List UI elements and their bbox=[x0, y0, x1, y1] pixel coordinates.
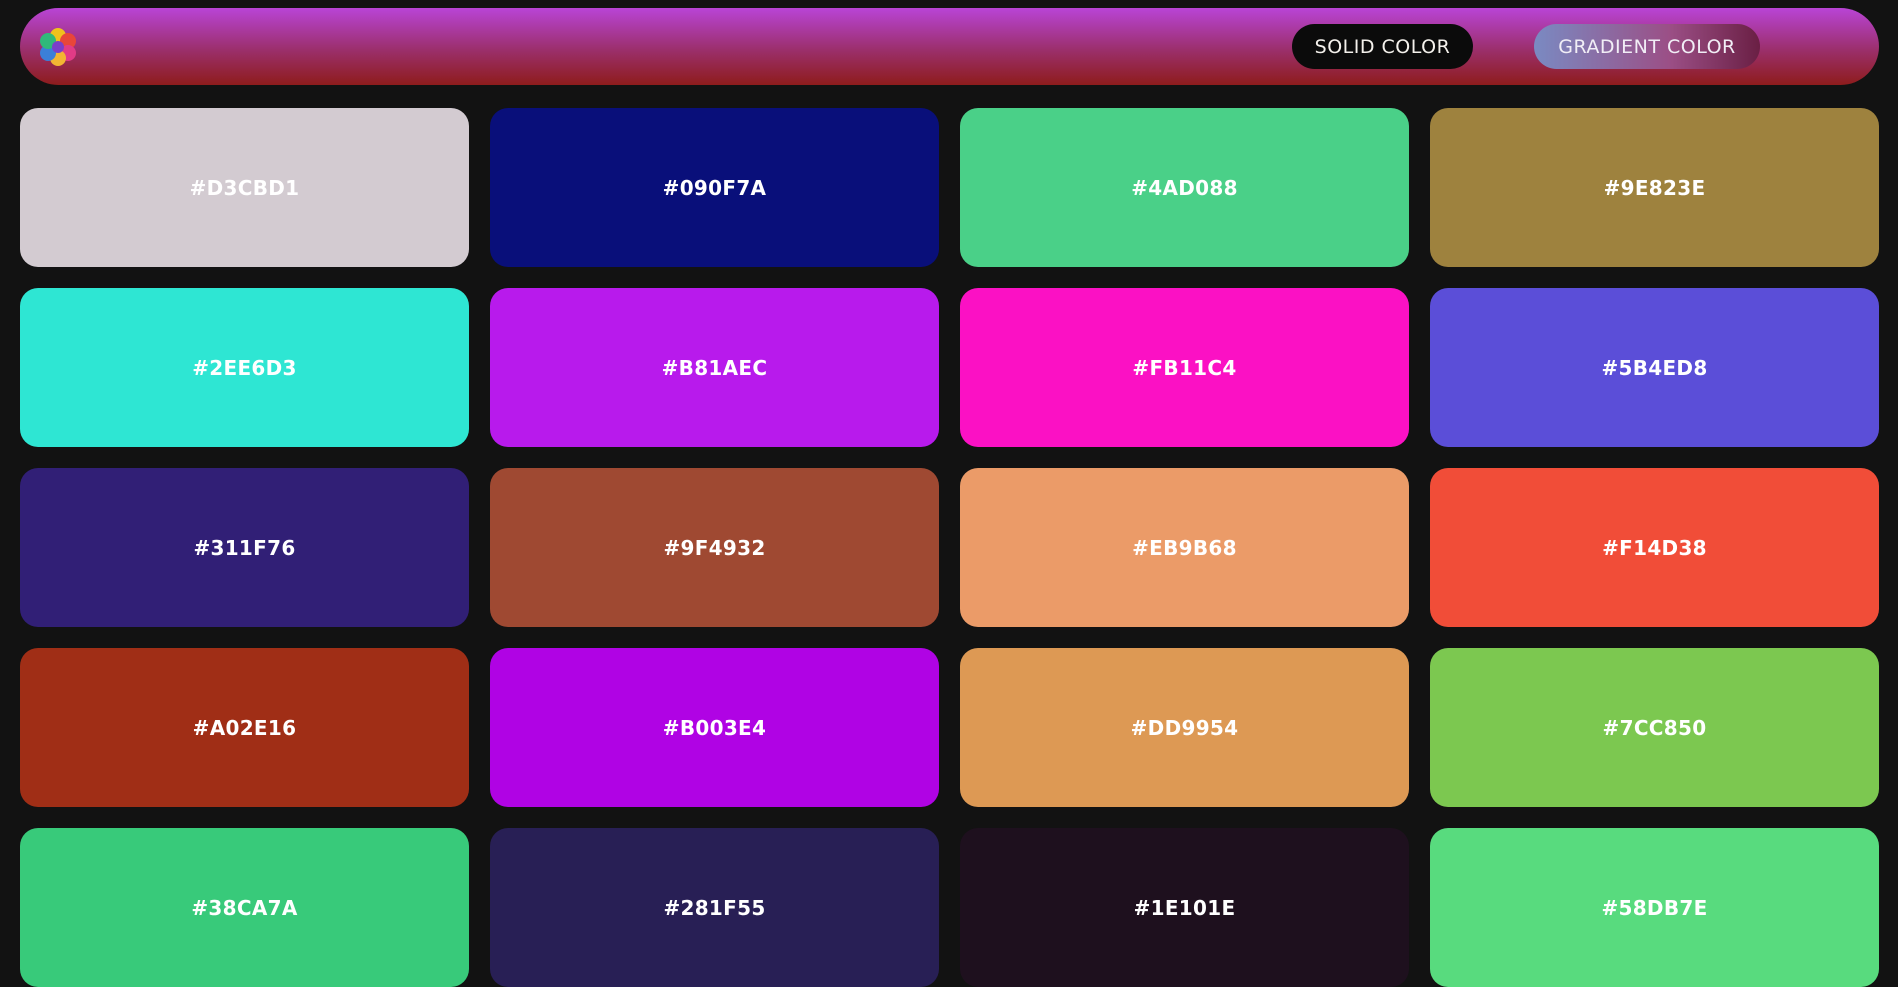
color-swatch-card[interactable]: #D3CBD1 bbox=[20, 108, 469, 267]
color-hex-label: #A02E16 bbox=[192, 715, 297, 740]
color-hex-label: #281F55 bbox=[663, 895, 766, 920]
color-hex-label: #7CC850 bbox=[1602, 715, 1707, 740]
color-hex-label: #B81AEC bbox=[661, 355, 768, 380]
color-hex-label: #EB9B68 bbox=[1132, 535, 1237, 560]
color-swatch-card[interactable]: #4AD088 bbox=[960, 108, 1409, 267]
color-hex-label: #58DB7E bbox=[1601, 895, 1708, 920]
color-hex-label: #4AD088 bbox=[1131, 175, 1238, 200]
color-swatch-card[interactable]: #38CA7A bbox=[20, 828, 469, 987]
solid-color-button[interactable]: SOLID COLOR bbox=[1292, 24, 1473, 69]
color-swatch-card[interactable]: #58DB7E bbox=[1430, 828, 1879, 987]
color-hex-label: #9E823E bbox=[1603, 175, 1706, 200]
color-hex-label: #2EE6D3 bbox=[192, 355, 297, 380]
color-swatch-card[interactable]: #5B4ED8 bbox=[1430, 288, 1879, 447]
color-swatch-card[interactable]: #9E823E bbox=[1430, 108, 1879, 267]
color-hex-label: #1E101E bbox=[1133, 895, 1236, 920]
color-swatch-card[interactable]: #FB11C4 bbox=[960, 288, 1409, 447]
color-swatch-card[interactable]: #7CC850 bbox=[1430, 648, 1879, 807]
flower-logo-icon[interactable] bbox=[38, 27, 78, 67]
color-hex-label: #090F7A bbox=[662, 175, 767, 200]
color-swatch-card[interactable]: #F14D38 bbox=[1430, 468, 1879, 627]
color-hex-label: #B003E4 bbox=[662, 715, 767, 740]
color-hex-label: #F14D38 bbox=[1602, 535, 1707, 560]
color-hex-label: #DD9954 bbox=[1130, 715, 1239, 740]
color-swatch-card[interactable]: #311F76 bbox=[20, 468, 469, 627]
gradient-color-button[interactable]: GRADIENT COLOR bbox=[1534, 24, 1760, 69]
color-swatch-card[interactable]: #281F55 bbox=[490, 828, 939, 987]
color-swatch-card[interactable]: #1E101E bbox=[960, 828, 1409, 987]
color-hex-label: #FB11C4 bbox=[1132, 355, 1237, 380]
color-hex-label: #38CA7A bbox=[191, 895, 298, 920]
color-swatch-card[interactable]: #090F7A bbox=[490, 108, 939, 267]
color-swatch-card[interactable]: #9F4932 bbox=[490, 468, 939, 627]
color-swatch-card[interactable]: #2EE6D3 bbox=[20, 288, 469, 447]
color-swatch-card[interactable]: #B81AEC bbox=[490, 288, 939, 447]
color-hex-label: #D3CBD1 bbox=[189, 175, 300, 200]
color-hex-label: #5B4ED8 bbox=[1601, 355, 1708, 380]
color-swatch-card[interactable]: #DD9954 bbox=[960, 648, 1409, 807]
color-hex-label: #311F76 bbox=[193, 535, 296, 560]
color-swatch-card[interactable]: #A02E16 bbox=[20, 648, 469, 807]
color-swatch-grid: #D3CBD1 #090F7A #4AD088 #9E823E #2EE6D3 #B81A… bbox=[20, 108, 1879, 987]
color-hex-label: #9F4932 bbox=[663, 535, 766, 560]
color-swatch-card[interactable]: #B003E4 bbox=[490, 648, 939, 807]
color-swatch-card[interactable]: #EB9B68 bbox=[960, 468, 1409, 627]
top-navbar: SOLID COLOR GRADIENT COLOR bbox=[20, 8, 1879, 85]
